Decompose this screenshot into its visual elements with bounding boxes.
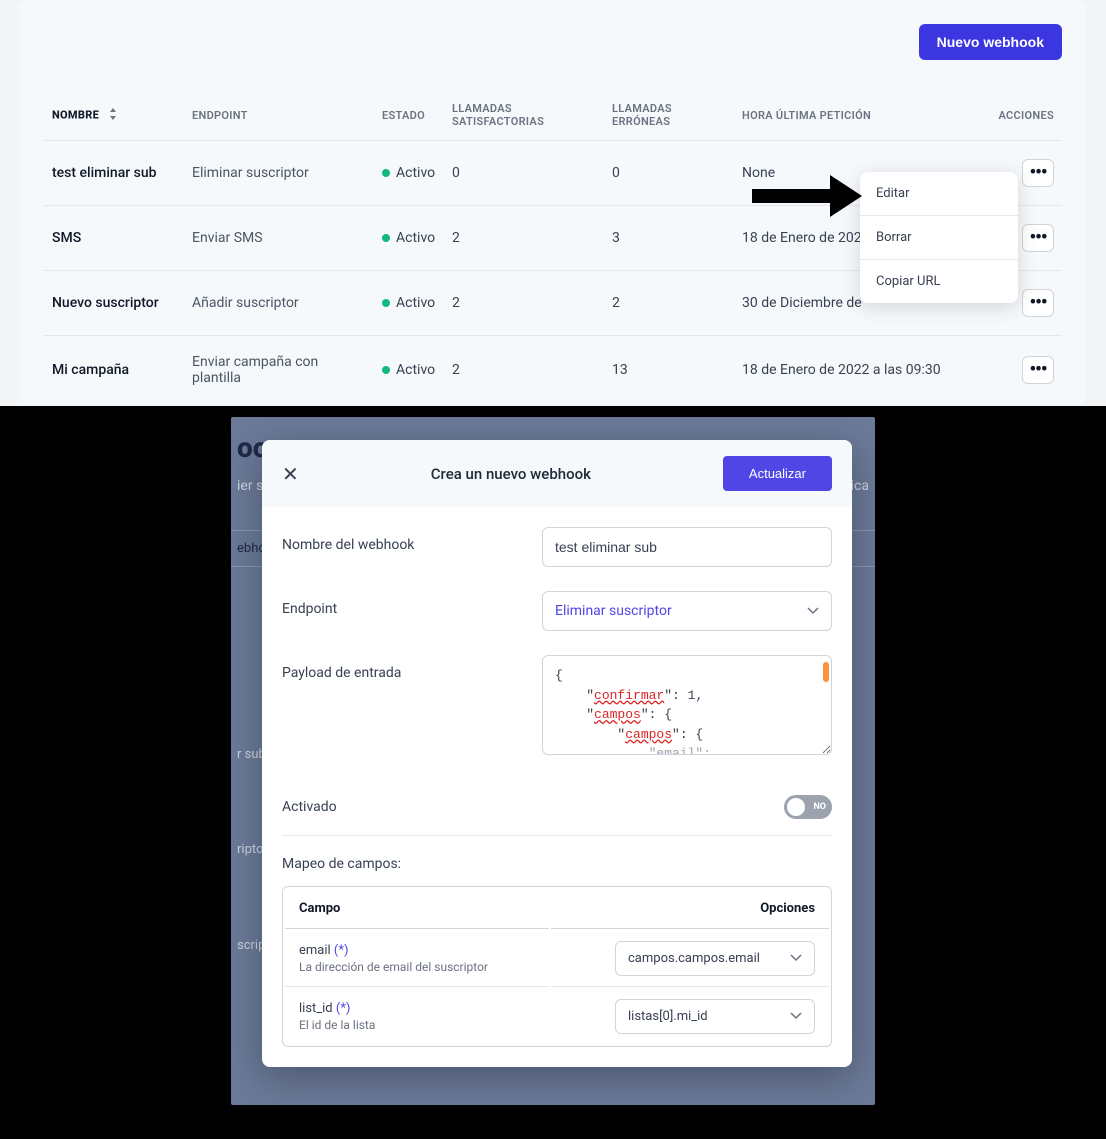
cell-errors: 2 <box>604 271 734 336</box>
more-actions-button[interactable]: ••• <box>1022 224 1054 252</box>
toggle-knob <box>787 798 805 816</box>
dots-icon: ••• <box>1030 229 1047 247</box>
dropdown-copy-url[interactable]: Copiar URL <box>860 260 1018 303</box>
cell-endpoint: Enviar SMS <box>184 206 374 271</box>
chevron-down-icon <box>790 951 802 966</box>
mapping-row: list_id (*)El id de la lista listas[0].mi… <box>285 989 829 1044</box>
form-row-name: Nombre del webhook <box>282 527 832 567</box>
status-dot-icon <box>382 366 390 374</box>
cell-name: SMS <box>44 206 184 271</box>
cell-endpoint: Añadir suscriptor <box>184 271 374 336</box>
table-row: Mi campañaEnviar campaña con plantillaAc… <box>44 336 1062 405</box>
chevron-down-icon <box>807 603 819 619</box>
dropdown-edit[interactable]: Editar <box>860 172 1018 216</box>
label-name: Nombre del webhook <box>282 527 542 553</box>
payload-textarea[interactable]: { "confirmar": 1, "campos": { "campos": … <box>542 655 832 755</box>
col-errors[interactable]: LLAMADAS ERRÓNEAS <box>604 90 734 141</box>
cell-status: Activo <box>374 271 444 336</box>
cell-status: Activo <box>374 141 444 206</box>
cell-actions: ••• <box>972 336 1062 405</box>
endpoint-select[interactable]: Eliminar suscriptor <box>542 591 832 631</box>
cell-last: 18 de Enero de 2022 a las 09:30 <box>734 336 972 405</box>
scrollbar[interactable] <box>823 662 829 682</box>
webhook-name-input[interactable] <box>542 527 832 567</box>
toggle-text: NO <box>813 802 826 812</box>
cell-endpoint: Enviar campaña con plantilla <box>184 336 374 405</box>
mapping-field: list_id (*)El id de la lista <box>285 989 549 1044</box>
mapping-field: email (*)La dirección de email del suscr… <box>285 931 549 987</box>
cell-name: test eliminar sub <box>44 141 184 206</box>
cell-endpoint: Eliminar suscriptor <box>184 141 374 206</box>
cell-errors: 3 <box>604 206 734 271</box>
update-button[interactable]: Actualizar <box>723 456 832 491</box>
cell-errors: 0 <box>604 141 734 206</box>
modal-title: Crea un nuevo webhook <box>431 465 591 483</box>
mapping-option: campos.campos.email <box>551 931 829 987</box>
cell-success: 2 <box>444 271 604 336</box>
cell-success: 2 <box>444 206 604 271</box>
endpoint-select-value: Eliminar suscriptor <box>555 603 672 619</box>
row-actions-dropdown: Editar Borrar Copiar URL <box>860 172 1018 303</box>
more-actions-button[interactable]: ••• <box>1022 159 1054 187</box>
mapping-col-options: Opciones <box>551 889 829 929</box>
dots-icon: ••• <box>1030 294 1047 312</box>
col-last[interactable]: HORA ÚLTIMA PETICIÓN <box>734 90 972 141</box>
background-app: oo ier s edica ebhoo r sub riptor script… <box>231 417 875 1105</box>
sort-icon <box>108 108 118 123</box>
webhooks-list-view: Nuevo webhook NOMBRE ENDPOINT ESTADO LLA… <box>0 0 1106 406</box>
col-name[interactable]: NOMBRE <box>44 90 184 141</box>
mapping-select[interactable]: campos.campos.email <box>615 941 815 976</box>
dots-icon: ••• <box>1030 164 1047 182</box>
cell-success: 2 <box>444 336 604 405</box>
col-endpoint[interactable]: ENDPOINT <box>184 90 374 141</box>
edit-webhook-modal: ✕ Crea un nuevo webhook Actualizar Nombr… <box>262 440 852 1067</box>
form-row-enabled: Activado NO <box>282 779 832 836</box>
form-row-payload: Payload de entrada { "confirmar": 1, "ca… <box>282 655 832 755</box>
enabled-toggle[interactable]: NO <box>784 795 832 819</box>
more-actions-button[interactable]: ••• <box>1022 289 1054 317</box>
mapping-select[interactable]: listas[0].mi_id <box>615 999 815 1034</box>
cell-status: Activo <box>374 206 444 271</box>
modal-body: Nombre del webhook Endpoint Eliminar sus… <box>262 507 852 1067</box>
chevron-down-icon <box>790 1009 802 1024</box>
mapping-col-field: Campo <box>285 889 549 929</box>
cell-errors: 13 <box>604 336 734 405</box>
dots-icon: ••• <box>1030 361 1047 379</box>
new-webhook-button[interactable]: Nuevo webhook <box>919 24 1062 60</box>
cell-success: 0 <box>444 141 604 206</box>
dropdown-delete[interactable]: Borrar <box>860 216 1018 260</box>
col-status[interactable]: ESTADO <box>374 90 444 141</box>
modal-screenshot: oo ier s edica ebhoo r sub riptor script… <box>0 406 1106 1139</box>
arrow-annotation <box>752 175 862 221</box>
status-dot-icon <box>382 169 390 177</box>
label-endpoint: Endpoint <box>282 591 542 617</box>
mapping-row: email (*)La dirección de email del suscr… <box>285 931 829 987</box>
close-icon[interactable]: ✕ <box>282 462 299 486</box>
toolbar: Nuevo webhook <box>44 24 1062 60</box>
cell-name: Nuevo suscriptor <box>44 271 184 336</box>
label-mapping: Mapeo de campos: <box>282 856 832 872</box>
col-actions: ACCIONES <box>972 90 1062 141</box>
cell-name: Mi campaña <box>44 336 184 405</box>
mapping-option: listas[0].mi_id <box>551 989 829 1044</box>
mapping-table: Campo Opciones email (*)La dirección de … <box>282 886 832 1047</box>
col-success[interactable]: LLAMADAS SATISFACTORIAS <box>444 90 604 141</box>
modal-header: ✕ Crea un nuevo webhook Actualizar <box>262 440 852 507</box>
status-dot-icon <box>382 234 390 242</box>
more-actions-button[interactable]: ••• <box>1022 356 1054 384</box>
col-name-label: NOMBRE <box>52 108 99 121</box>
label-payload: Payload de entrada <box>282 655 542 681</box>
status-dot-icon <box>382 299 390 307</box>
cell-status: Activo <box>374 336 444 405</box>
label-enabled: Activado <box>282 799 542 815</box>
form-row-endpoint: Endpoint Eliminar suscriptor <box>282 591 832 631</box>
